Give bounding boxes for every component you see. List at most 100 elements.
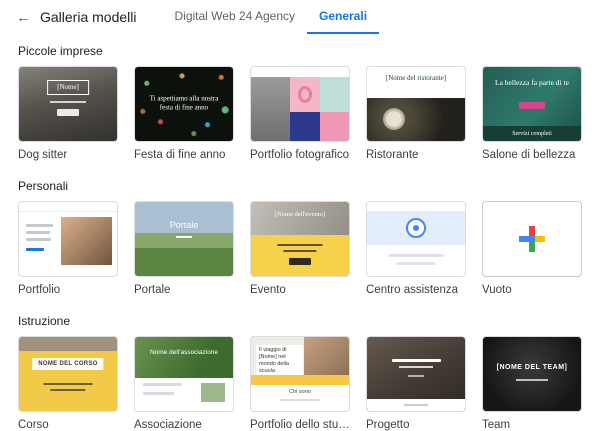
template-name: Portfolio xyxy=(18,284,61,296)
template-card-salone-di-bellezza[interactable]: La bellezza fa parte di te Servizi compl… xyxy=(482,66,582,161)
decor-line xyxy=(143,382,183,386)
thumb-title: Portale xyxy=(169,219,199,230)
template-card-ristorante[interactable]: [Nome del ristorante] Ristorante xyxy=(366,66,466,161)
template-thumbnail[interactable]: [Nome dell'evento] xyxy=(250,201,350,277)
template-card-progetto[interactable]: Progetto xyxy=(366,336,466,431)
template-card-portfolio-dello-studente[interactable]: Il viaggio di [Nome] nel mondo della scu… xyxy=(250,336,350,431)
template-name: Portfolio fotografico xyxy=(250,149,350,161)
decor-circle-icon xyxy=(406,218,426,238)
decor-link-line xyxy=(26,248,44,251)
thumb-title: Ti aspettiamo alla nostra festa di fine … xyxy=(149,94,219,112)
template-row: Portfolio Portale Portale [Nome dell'eve… xyxy=(18,201,582,296)
decor-plus-vertical xyxy=(529,226,535,252)
template-thumbnail[interactable] xyxy=(482,201,582,277)
decor-line xyxy=(43,383,93,385)
template-name: Centro assistenza xyxy=(366,284,459,296)
section-title: Piccole imprese xyxy=(18,44,103,58)
gallery-tabs: Digital Web 24 Agency Generali xyxy=(162,0,380,34)
decor-button xyxy=(519,102,545,109)
decor-line xyxy=(277,244,323,247)
section-istruzione: Istruzione NOME DEL CORSO Corso Nome del… xyxy=(18,314,582,431)
template-name: Dog sitter xyxy=(18,149,68,161)
decor-navbar xyxy=(19,202,117,212)
template-thumbnail[interactable]: NOME DEL CORSO xyxy=(18,336,118,412)
decor-line xyxy=(391,359,441,362)
section-piccole-imprese: Piccole imprese [Nome] Dog sitter Ti asp… xyxy=(18,44,582,161)
template-row: [Nome] Dog sitter Ti aspettiamo alla nos… xyxy=(18,66,582,161)
template-card-evento[interactable]: [Nome dell'evento] Evento xyxy=(250,201,350,296)
back-arrow-icon[interactable]: ← xyxy=(16,0,38,34)
decor-photo xyxy=(251,202,349,235)
template-thumbnail[interactable]: Il viaggio di [Nome] nel mondo della scu… xyxy=(250,336,350,412)
template-gallery: Piccole imprese [Nome] Dog sitter Ti asp… xyxy=(0,44,600,431)
decor-photo xyxy=(251,77,291,141)
template-thumbnail[interactable]: [NOME DEL TEAM] xyxy=(482,336,582,412)
thumb-subtitle: Servizi completi xyxy=(483,126,581,141)
template-card-festa-di-fine-anno[interactable]: Ti aspettiamo alla nostra festa di fine … xyxy=(134,66,234,161)
decor-photo xyxy=(290,77,320,113)
template-name: Evento xyxy=(250,284,286,296)
decor-line xyxy=(143,391,175,395)
decor-line xyxy=(283,250,317,253)
template-name: Ristorante xyxy=(366,149,419,161)
template-name: Associazione xyxy=(134,419,202,431)
template-thumbnail[interactable]: Portale xyxy=(134,201,234,277)
thumb-title: [NOME DEL TEAM] xyxy=(496,364,568,371)
template-thumbnail[interactable]: Nome dell'associazione xyxy=(134,336,234,412)
decor-photo xyxy=(367,98,465,141)
decor-line xyxy=(280,399,320,402)
template-thumbnail[interactable] xyxy=(366,201,466,277)
template-name: Team xyxy=(482,419,511,431)
template-thumbnail[interactable] xyxy=(18,201,118,277)
decor-dot xyxy=(413,225,419,231)
template-card-dog-sitter[interactable]: [Nome] Dog sitter xyxy=(18,66,118,161)
template-card-corso[interactable]: NOME DEL CORSO Corso xyxy=(18,336,118,431)
page-title: Galleria modelli xyxy=(40,9,137,25)
tab-generali[interactable]: Generali xyxy=(307,0,380,34)
google-plus-icon xyxy=(519,226,545,252)
decor-photo xyxy=(290,112,320,141)
template-card-centro-assistenza[interactable]: Centro assistenza xyxy=(366,201,466,296)
template-card-vuoto[interactable]: Vuoto xyxy=(482,201,582,296)
decor-line xyxy=(50,101,86,103)
decor-line xyxy=(516,379,548,381)
decor-line xyxy=(176,236,192,239)
decor-photo xyxy=(61,217,112,265)
decor-band xyxy=(251,375,349,386)
template-thumbnail[interactable]: La bellezza fa parte di te Servizi compl… xyxy=(482,66,582,142)
decor-photo xyxy=(319,112,349,141)
decor-line xyxy=(408,375,424,377)
decor-line xyxy=(26,231,50,234)
section-personali: Personali Portfolio Portale Portale [Nom… xyxy=(18,179,582,296)
template-thumbnail[interactable] xyxy=(250,66,350,142)
decor-photo-grid xyxy=(251,77,349,141)
template-card-team[interactable]: [NOME DEL TEAM] Team xyxy=(482,336,582,431)
decor-photo xyxy=(201,382,225,403)
template-name: Salone di bellezza xyxy=(482,149,576,161)
template-thumbnail[interactable]: [Nome] xyxy=(18,66,118,142)
decor-line xyxy=(404,404,428,406)
decor-line xyxy=(26,238,52,241)
template-card-associazione[interactable]: Nome dell'associazione Associazione xyxy=(134,336,234,431)
template-card-portfolio[interactable]: Portfolio xyxy=(18,201,118,296)
thumb-title: Nome dell'associazione xyxy=(149,349,219,356)
decor-line xyxy=(26,224,54,227)
decor-band xyxy=(251,234,349,276)
decor-photo xyxy=(19,337,117,351)
template-name: Portfolio dello studente xyxy=(250,419,350,431)
thumb-title: [Nome] xyxy=(47,80,89,95)
template-thumbnail[interactable]: Ti aspettiamo alla nostra festa di fine … xyxy=(134,66,234,142)
thumb-title: NOME DEL CORSO xyxy=(32,358,104,370)
decor-line xyxy=(50,389,86,391)
tab-agency[interactable]: Digital Web 24 Agency xyxy=(162,0,307,34)
template-name: Portale xyxy=(134,284,171,296)
gallery-header: ← Galleria modelli Digital Web 24 Agency… xyxy=(0,0,600,34)
template-thumbnail[interactable] xyxy=(366,336,466,412)
template-card-portale[interactable]: Portale Portale xyxy=(134,201,234,296)
template-card-portfolio-fotografico[interactable]: Portfolio fotografico xyxy=(250,66,350,161)
template-thumbnail[interactable]: [Nome del ristorante] xyxy=(366,66,466,142)
decor-photo xyxy=(319,77,349,113)
decor-photo xyxy=(135,337,233,379)
thumb-title: [Nome dell'evento] xyxy=(274,211,326,218)
section-title: Personali xyxy=(18,179,69,193)
